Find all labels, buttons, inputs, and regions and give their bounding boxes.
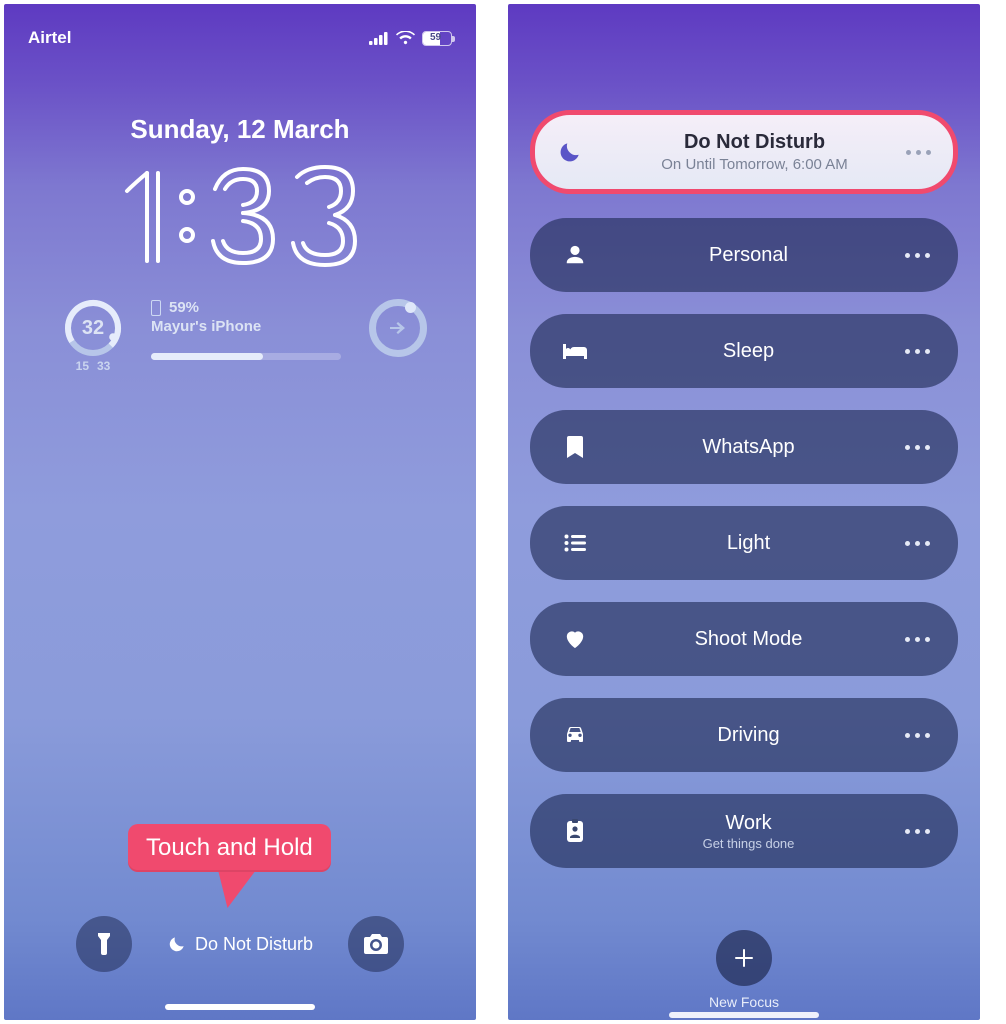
car-icon [563, 725, 587, 745]
status-bar: Airtel 59 [4, 4, 476, 54]
battery-widget-device: Mayur's iPhone [151, 318, 351, 335]
focus-mode-label: WhatsApp [592, 436, 905, 459]
phone-device-icon [151, 300, 161, 316]
focus-mode-whatsapp[interactable]: WhatsApp [530, 410, 958, 484]
focus-panel: Do Not Disturb On Until Tomorrow, 6:00 A… [508, 4, 980, 1020]
hint-callout: Touch and Hold [128, 824, 331, 872]
focus-mode-sleep[interactable]: Sleep [530, 314, 958, 388]
more-icon[interactable] [906, 150, 931, 155]
focus-mode-personal[interactable]: Personal [530, 218, 958, 292]
focus-mode-subtitle: Get things done [592, 836, 905, 851]
weather-high: 33 [97, 359, 110, 373]
more-icon[interactable] [905, 637, 930, 642]
focus-mode-shoot[interactable]: Shoot Mode [530, 602, 958, 676]
focus-list: Personal Sleep WhatsApp Light Shoot Mode… [530, 218, 958, 868]
moon-icon [167, 934, 187, 954]
focus-pill-label: Do Not Disturb [195, 934, 313, 955]
focus-active-title: Do Not Disturb [603, 131, 906, 154]
focus-mode-label: Shoot Mode [592, 628, 905, 651]
badge-icon [566, 819, 584, 843]
focus-mode-label: Driving [592, 724, 905, 747]
focus-mode-label: Personal [592, 244, 905, 267]
camera-button[interactable] [348, 916, 404, 972]
more-icon[interactable] [905, 541, 930, 546]
battery-widget-bar [151, 353, 341, 360]
more-icon[interactable] [905, 829, 930, 834]
moon-icon [557, 139, 583, 165]
focus-active-card[interactable]: Do Not Disturb On Until Tomorrow, 6:00 A… [530, 110, 958, 194]
more-icon[interactable] [905, 253, 930, 258]
widget-row: 32 15 33 59% Mayur's iPhone [4, 299, 476, 373]
battery-widget-pct: 59% [169, 299, 199, 316]
lock-date: Sunday, 12 March [4, 114, 476, 145]
weather-temp: 32 [64, 299, 122, 357]
focus-mode-label: Light [592, 532, 905, 555]
focus-mode-label: Sleep [592, 340, 905, 363]
more-icon[interactable] [905, 349, 930, 354]
plus-icon [733, 947, 755, 969]
lock-screen: Airtel 59 Sunday, 12 March 32 15 33 [4, 4, 476, 1020]
battery-widget[interactable]: 59% Mayur's iPhone [151, 299, 351, 360]
home-indicator[interactable] [669, 1012, 819, 1018]
lock-bottom-row: Do Not Disturb [4, 916, 476, 972]
person-icon [564, 244, 586, 266]
weather-widget[interactable]: 32 15 33 [53, 299, 133, 373]
focus-mode-driving[interactable]: Driving [530, 698, 958, 772]
focus-mode-label: Work [592, 812, 905, 835]
status-right: 59 [369, 31, 452, 46]
focus-mode-work[interactable]: Work Get things done [530, 794, 958, 868]
battery-icon: 59 [422, 31, 452, 46]
more-icon[interactable] [905, 445, 930, 450]
list-icon [564, 534, 586, 552]
flashlight-button[interactable] [76, 916, 132, 972]
more-icon[interactable] [905, 733, 930, 738]
lock-clock [4, 151, 476, 281]
weather-low: 15 [76, 359, 89, 373]
heart-icon [564, 629, 586, 649]
camera-icon [363, 933, 389, 955]
bed-icon [562, 342, 588, 360]
carrier-label: Airtel [28, 28, 71, 48]
flashlight-icon [93, 931, 115, 957]
focus-mode-light[interactable]: Light [530, 506, 958, 580]
add-focus-button[interactable] [716, 930, 772, 986]
bookmark-icon [567, 436, 583, 458]
new-focus-label: New Focus [709, 994, 779, 1010]
wifi-icon [396, 31, 415, 45]
hint-callout-arrow [210, 872, 255, 908]
focus-pill[interactable]: Do Not Disturb [167, 934, 313, 955]
home-indicator[interactable] [165, 1004, 315, 1010]
cellular-icon [369, 32, 389, 45]
focus-active-subtitle: On Until Tomorrow, 6:00 AM [603, 156, 906, 173]
shortcut-widget[interactable] [369, 299, 427, 357]
battery-pct: 59 [430, 32, 441, 43]
